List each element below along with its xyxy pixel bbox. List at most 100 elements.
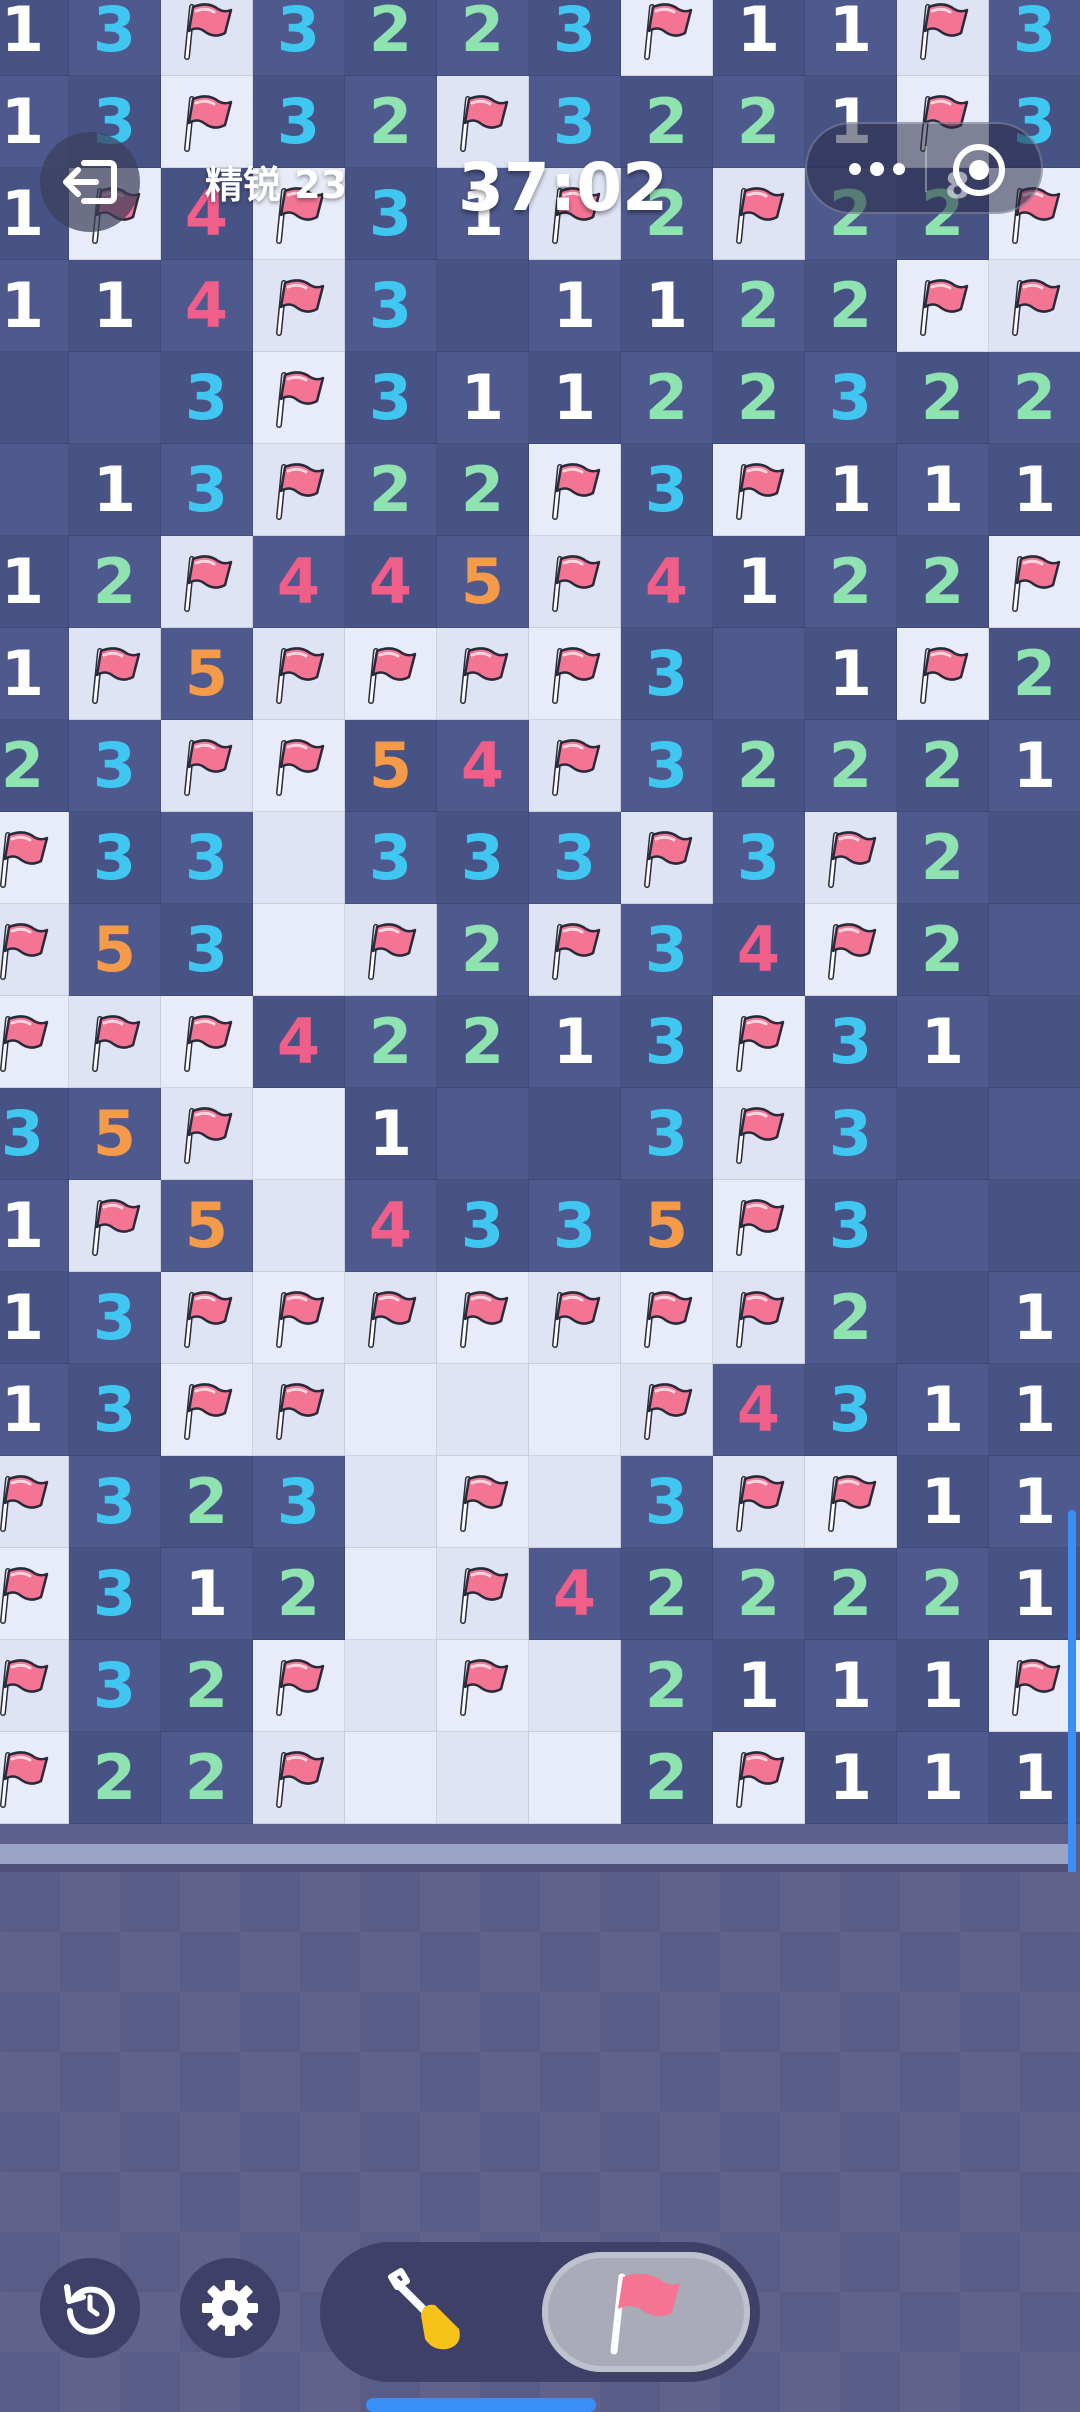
board-cell[interactable]: 3 bbox=[345, 168, 437, 260]
board-cell[interactable]: 3 bbox=[253, 0, 345, 76]
board-cell[interactable]: 4 bbox=[437, 720, 529, 812]
board-cell[interactable]: 2 bbox=[253, 1548, 345, 1640]
board-cell[interactable]: 2 bbox=[897, 812, 989, 904]
board-cell[interactable]: 4 bbox=[621, 536, 713, 628]
board-cell[interactable]: 1 bbox=[897, 996, 989, 1088]
board-cell[interactable] bbox=[989, 904, 1080, 996]
board-cell[interactable] bbox=[253, 1732, 345, 1824]
board-cell[interactable] bbox=[253, 1640, 345, 1732]
board-cell[interactable]: 2 bbox=[713, 352, 805, 444]
board-cell[interactable] bbox=[253, 444, 345, 536]
board-cell[interactable]: 5 bbox=[69, 1088, 161, 1180]
board-cell[interactable]: 3 bbox=[805, 1364, 897, 1456]
board-cell[interactable]: 2 bbox=[805, 720, 897, 812]
board-cell[interactable] bbox=[989, 1180, 1080, 1272]
board-cell[interactable]: 5 bbox=[161, 628, 253, 720]
board-cell[interactable] bbox=[161, 1364, 253, 1456]
board-cell[interactable] bbox=[897, 260, 989, 352]
board-cell[interactable]: 3 bbox=[253, 1456, 345, 1548]
board-cell[interactable]: 1 bbox=[989, 1732, 1080, 1824]
board-cell[interactable]: 2 bbox=[437, 996, 529, 1088]
board-cell[interactable] bbox=[713, 1732, 805, 1824]
board-cell[interactable]: 2 bbox=[713, 260, 805, 352]
board-cell[interactable] bbox=[437, 1640, 529, 1732]
board-cell[interactable]: 2 bbox=[713, 1548, 805, 1640]
board-cell[interactable]: 2 bbox=[621, 1548, 713, 1640]
board-cell[interactable] bbox=[437, 1364, 529, 1456]
board-cell[interactable]: 1 bbox=[805, 628, 897, 720]
board-cell[interactable]: 3 bbox=[621, 628, 713, 720]
board-cell[interactable]: 2 bbox=[897, 720, 989, 812]
board-cell[interactable] bbox=[989, 812, 1080, 904]
board-cell[interactable]: 2 bbox=[713, 720, 805, 812]
board-cell[interactable] bbox=[437, 260, 529, 352]
board-cell[interactable]: 3 bbox=[161, 812, 253, 904]
board-cell[interactable] bbox=[253, 1364, 345, 1456]
board-cell[interactable] bbox=[529, 1456, 621, 1548]
board-cell[interactable] bbox=[253, 720, 345, 812]
board-cell[interactable] bbox=[713, 1180, 805, 1272]
board-cell[interactable] bbox=[713, 996, 805, 1088]
board-cell[interactable]: 5 bbox=[437, 536, 529, 628]
board-cell[interactable]: 2 bbox=[621, 352, 713, 444]
board-cell[interactable]: 1 bbox=[805, 1732, 897, 1824]
board-cell[interactable] bbox=[989, 260, 1080, 352]
board-cell[interactable]: 4 bbox=[253, 996, 345, 1088]
board-cell[interactable] bbox=[897, 0, 989, 76]
board-cell[interactable]: 3 bbox=[0, 1088, 69, 1180]
board-cell[interactable]: 2 bbox=[897, 536, 989, 628]
board-cell[interactable]: 3 bbox=[529, 1180, 621, 1272]
board-cell[interactable] bbox=[253, 1180, 345, 1272]
board-cell[interactable]: 3 bbox=[69, 1272, 161, 1364]
board-cell[interactable] bbox=[437, 628, 529, 720]
board-cell[interactable] bbox=[0, 996, 69, 1088]
board-cell[interactable] bbox=[345, 1272, 437, 1364]
board-cell[interactable]: 2 bbox=[69, 1732, 161, 1824]
board-cell[interactable] bbox=[345, 1732, 437, 1824]
board-cell[interactable] bbox=[0, 352, 69, 444]
board-cell[interactable]: 1 bbox=[989, 444, 1080, 536]
board-cell[interactable] bbox=[345, 1364, 437, 1456]
board-cell[interactable] bbox=[253, 1088, 345, 1180]
board-cell[interactable]: 1 bbox=[989, 720, 1080, 812]
board-cell[interactable]: 2 bbox=[805, 260, 897, 352]
board-cell[interactable]: 1 bbox=[897, 1456, 989, 1548]
dig-mode-button[interactable] bbox=[320, 2242, 540, 2382]
board-cell[interactable]: 2 bbox=[0, 720, 69, 812]
board-cell[interactable] bbox=[69, 352, 161, 444]
board-cell[interactable]: 3 bbox=[805, 352, 897, 444]
board-cell[interactable]: 2 bbox=[161, 1640, 253, 1732]
board-cell[interactable] bbox=[437, 1548, 529, 1640]
board-cell[interactable]: 1 bbox=[897, 1364, 989, 1456]
board-cell[interactable]: 3 bbox=[437, 1180, 529, 1272]
board-cell[interactable]: 2 bbox=[161, 1732, 253, 1824]
board-cell[interactable]: 2 bbox=[805, 1272, 897, 1364]
board-cell[interactable] bbox=[161, 720, 253, 812]
board-cell[interactable] bbox=[345, 628, 437, 720]
board-cell[interactable] bbox=[253, 352, 345, 444]
board-cell[interactable]: 3 bbox=[621, 444, 713, 536]
settings-button[interactable] bbox=[180, 2258, 280, 2358]
board-cell[interactable] bbox=[437, 1272, 529, 1364]
board-cell[interactable]: 3 bbox=[345, 812, 437, 904]
board-cell[interactable] bbox=[69, 996, 161, 1088]
board-cell[interactable] bbox=[161, 1272, 253, 1364]
board-cell[interactable]: 1 bbox=[529, 352, 621, 444]
exit-button[interactable] bbox=[40, 132, 140, 232]
board-cell[interactable]: 1 bbox=[0, 0, 69, 76]
board-cell[interactable]: 3 bbox=[713, 812, 805, 904]
board-cell[interactable] bbox=[713, 1088, 805, 1180]
board-cell[interactable] bbox=[713, 1272, 805, 1364]
board-cell[interactable]: 4 bbox=[161, 260, 253, 352]
board-cell[interactable] bbox=[345, 904, 437, 996]
board-cell[interactable]: 2 bbox=[897, 904, 989, 996]
board-cell[interactable] bbox=[0, 1456, 69, 1548]
board-cell[interactable] bbox=[437, 1732, 529, 1824]
board-cell[interactable]: 2 bbox=[621, 1640, 713, 1732]
board-cell[interactable] bbox=[0, 904, 69, 996]
board-cell[interactable]: 2 bbox=[345, 0, 437, 76]
board-cell[interactable]: 2 bbox=[897, 352, 989, 444]
board-cell[interactable] bbox=[0, 812, 69, 904]
board-cell[interactable] bbox=[253, 1272, 345, 1364]
board-cell[interactable]: 2 bbox=[437, 0, 529, 76]
